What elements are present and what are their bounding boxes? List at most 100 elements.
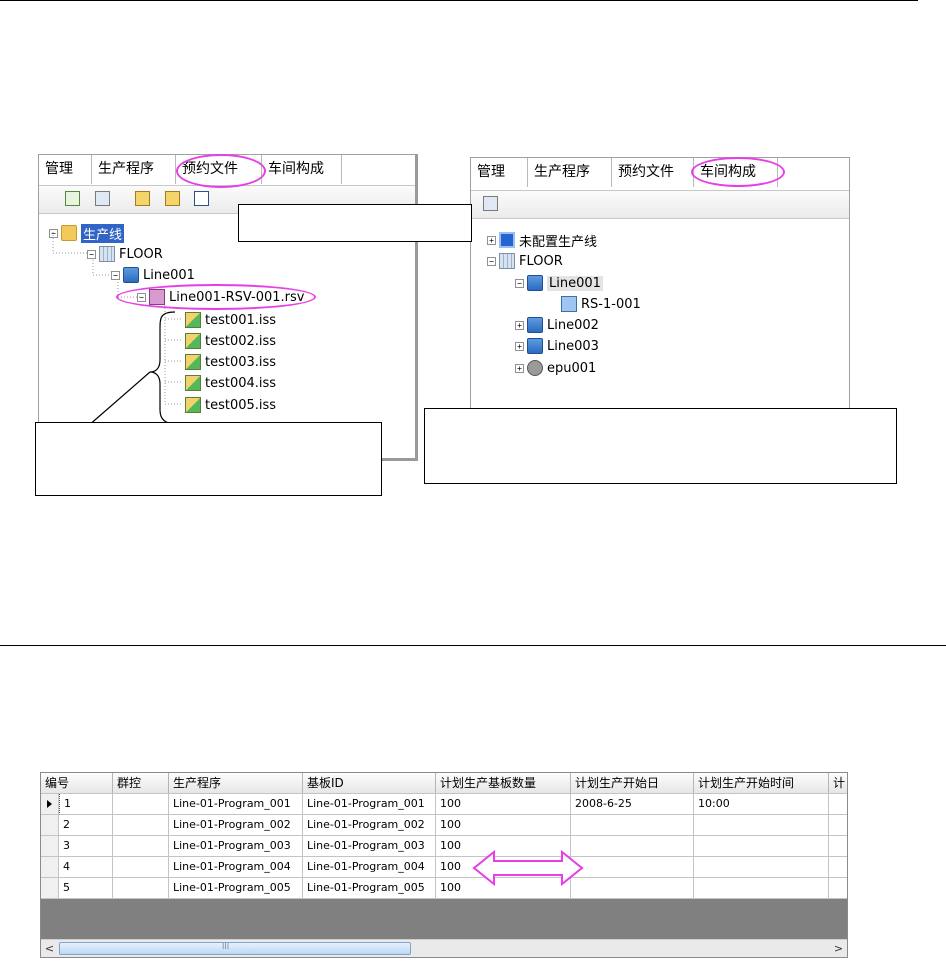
tree-line[interactable]: + Line003 — [515, 336, 599, 356]
tree-label-line: Line001 — [547, 275, 603, 291]
cell-start-time[interactable] — [694, 815, 829, 836]
cell-start-time[interactable] — [694, 836, 829, 857]
current-row-icon — [47, 800, 52, 808]
table-row[interactable]: 5 Line-01-Program_005 Line-01-Program_00… — [41, 878, 847, 899]
cell-board-id[interactable]: Line-01-Program_001 — [303, 794, 436, 815]
scroll-thumb[interactable]: III — [59, 942, 411, 955]
cell-group[interactable] — [113, 836, 169, 857]
highlight-ellipse — [691, 157, 785, 187]
table-row[interactable]: 1 Line-01-Program_001 Line-01-Program_00… — [41, 794, 847, 815]
tree-unassigned[interactable]: + 未配置生产线 — [487, 230, 597, 250]
tab-management[interactable]: 管理 — [471, 158, 528, 187]
unassigned-line-icon — [499, 232, 515, 248]
tree-rs-machine[interactable]: RS-1-001 — [561, 294, 641, 314]
cell-program[interactable]: Line-01-Program_003 — [169, 836, 303, 857]
cell-start-date[interactable] — [571, 815, 694, 836]
reservation-grid: 编号 群控 生产程序 基板ID 计划生产基板数量 计划生产开始日 计划生产开始时… — [40, 772, 848, 958]
cell-number[interactable]: 3 — [59, 836, 113, 857]
cell-quantity[interactable]: 100 — [436, 815, 571, 836]
scroll-thumb-grip: III — [222, 942, 230, 951]
cell-program[interactable]: Line-01-Program_001 — [169, 794, 303, 815]
scroll-left-icon[interactable]: < — [41, 940, 58, 957]
tree-floor[interactable]: − FLOOR — [487, 251, 563, 271]
tree-label-rs: RS-1-001 — [581, 296, 641, 312]
cell-board-id[interactable]: Line-01-Program_005 — [303, 878, 436, 899]
cell-board-id[interactable]: Line-01-Program_002 — [303, 815, 436, 836]
column-header[interactable]: 计划生产基板数量 — [436, 773, 571, 794]
tree-label-epu: epu001 — [547, 360, 597, 376]
cell-number[interactable]: 1 — [59, 794, 113, 815]
cell-extra[interactable] — [829, 878, 847, 899]
cell-program[interactable]: Line-01-Program_004 — [169, 857, 303, 878]
row-selector[interactable] — [41, 794, 59, 815]
cell-extra[interactable] — [829, 794, 847, 815]
cell-board-id[interactable]: Line-01-Program_003 — [303, 836, 436, 857]
cell-group[interactable] — [113, 857, 169, 878]
expand-icon[interactable]: + — [515, 363, 524, 373]
cell-start-date[interactable] — [571, 857, 694, 878]
column-header[interactable]: 计划生产开始时间 — [694, 773, 829, 794]
callout-box — [424, 408, 897, 484]
cell-start-date[interactable]: 2008-6-25 — [571, 794, 694, 815]
grid-header: 编号 群控 生产程序 基板ID 计划生产基板数量 计划生产开始日 计划生产开始时… — [41, 773, 847, 794]
cell-start-date[interactable] — [571, 878, 694, 899]
horizontal-scrollbar[interactable]: < III > — [41, 939, 847, 957]
cell-program[interactable]: Line-01-Program_005 — [169, 878, 303, 899]
cell-group[interactable] — [113, 794, 169, 815]
column-header[interactable]: 群控 — [113, 773, 169, 794]
row-selector[interactable] — [41, 878, 59, 899]
floor-config-panel: 管理 生产程序 预约文件 车间构成 + 未配置生产线 − FLOOR − Lin… — [470, 157, 850, 419]
cell-number[interactable]: 4 — [59, 857, 113, 878]
properties-icon[interactable] — [483, 196, 498, 211]
line-icon — [527, 317, 543, 333]
scroll-right-icon[interactable]: > — [830, 940, 847, 957]
tree-label-floor: FLOOR — [519, 253, 563, 269]
callout-box — [238, 204, 472, 242]
highlight-ellipse — [176, 154, 266, 188]
cell-extra[interactable] — [829, 836, 847, 857]
column-header[interactable]: 生产程序 — [169, 773, 303, 794]
cell-start-time[interactable] — [694, 878, 829, 899]
cell-extra[interactable] — [829, 857, 847, 878]
cell-start-date[interactable] — [571, 836, 694, 857]
column-header[interactable]: 计划生产开始日 — [571, 773, 694, 794]
cell-start-time[interactable] — [694, 857, 829, 878]
collapse-icon[interactable]: − — [487, 256, 496, 266]
tab-reservation-file[interactable]: 预约文件 — [612, 158, 694, 187]
cell-number[interactable]: 2 — [59, 815, 113, 836]
toolbar — [471, 190, 849, 219]
table-row[interactable]: 3 Line-01-Program_003 Line-01-Program_00… — [41, 836, 847, 857]
cell-extra[interactable] — [829, 815, 847, 836]
tree-line[interactable]: + Line002 — [515, 315, 599, 335]
floor-icon — [499, 253, 515, 269]
table-row[interactable]: 4 Line-01-Program_004 Line-01-Program_00… — [41, 857, 847, 878]
collapse-icon[interactable]: − — [515, 278, 524, 288]
column-header[interactable]: 计 — [829, 773, 847, 794]
cell-program[interactable]: Line-01-Program_002 — [169, 815, 303, 836]
tab-production-program[interactable]: 生产程序 — [528, 158, 612, 187]
tree-label-line: Line003 — [547, 338, 599, 354]
cell-group[interactable] — [113, 815, 169, 836]
cell-group[interactable] — [113, 878, 169, 899]
row-selector[interactable] — [41, 815, 59, 836]
column-header[interactable]: 基板ID — [303, 773, 436, 794]
double-arrow-annotation — [472, 849, 584, 887]
row-selector[interactable] — [41, 836, 59, 857]
cell-start-time[interactable]: 10:00 — [694, 794, 829, 815]
epu-icon — [527, 360, 543, 376]
expand-icon[interactable]: + — [487, 235, 496, 245]
column-header[interactable]: 编号 — [41, 773, 113, 794]
row-selector[interactable] — [41, 857, 59, 878]
cell-board-id[interactable]: Line-01-Program_004 — [303, 857, 436, 878]
expand-icon[interactable]: + — [515, 320, 524, 330]
cell-quantity[interactable]: 100 — [436, 794, 571, 815]
table-row[interactable]: 2 Line-01-Program_002 Line-01-Program_00… — [41, 815, 847, 836]
callout-box — [35, 422, 382, 496]
tree-epu[interactable]: + epu001 — [515, 358, 596, 378]
cell-number[interactable]: 5 — [59, 878, 113, 899]
tree-line[interactable]: − Line001 — [515, 273, 603, 293]
line-icon — [527, 338, 543, 354]
highlight-ellipse — [116, 284, 316, 310]
expand-icon[interactable]: + — [515, 341, 524, 351]
tree-label-line: Line002 — [547, 317, 599, 333]
